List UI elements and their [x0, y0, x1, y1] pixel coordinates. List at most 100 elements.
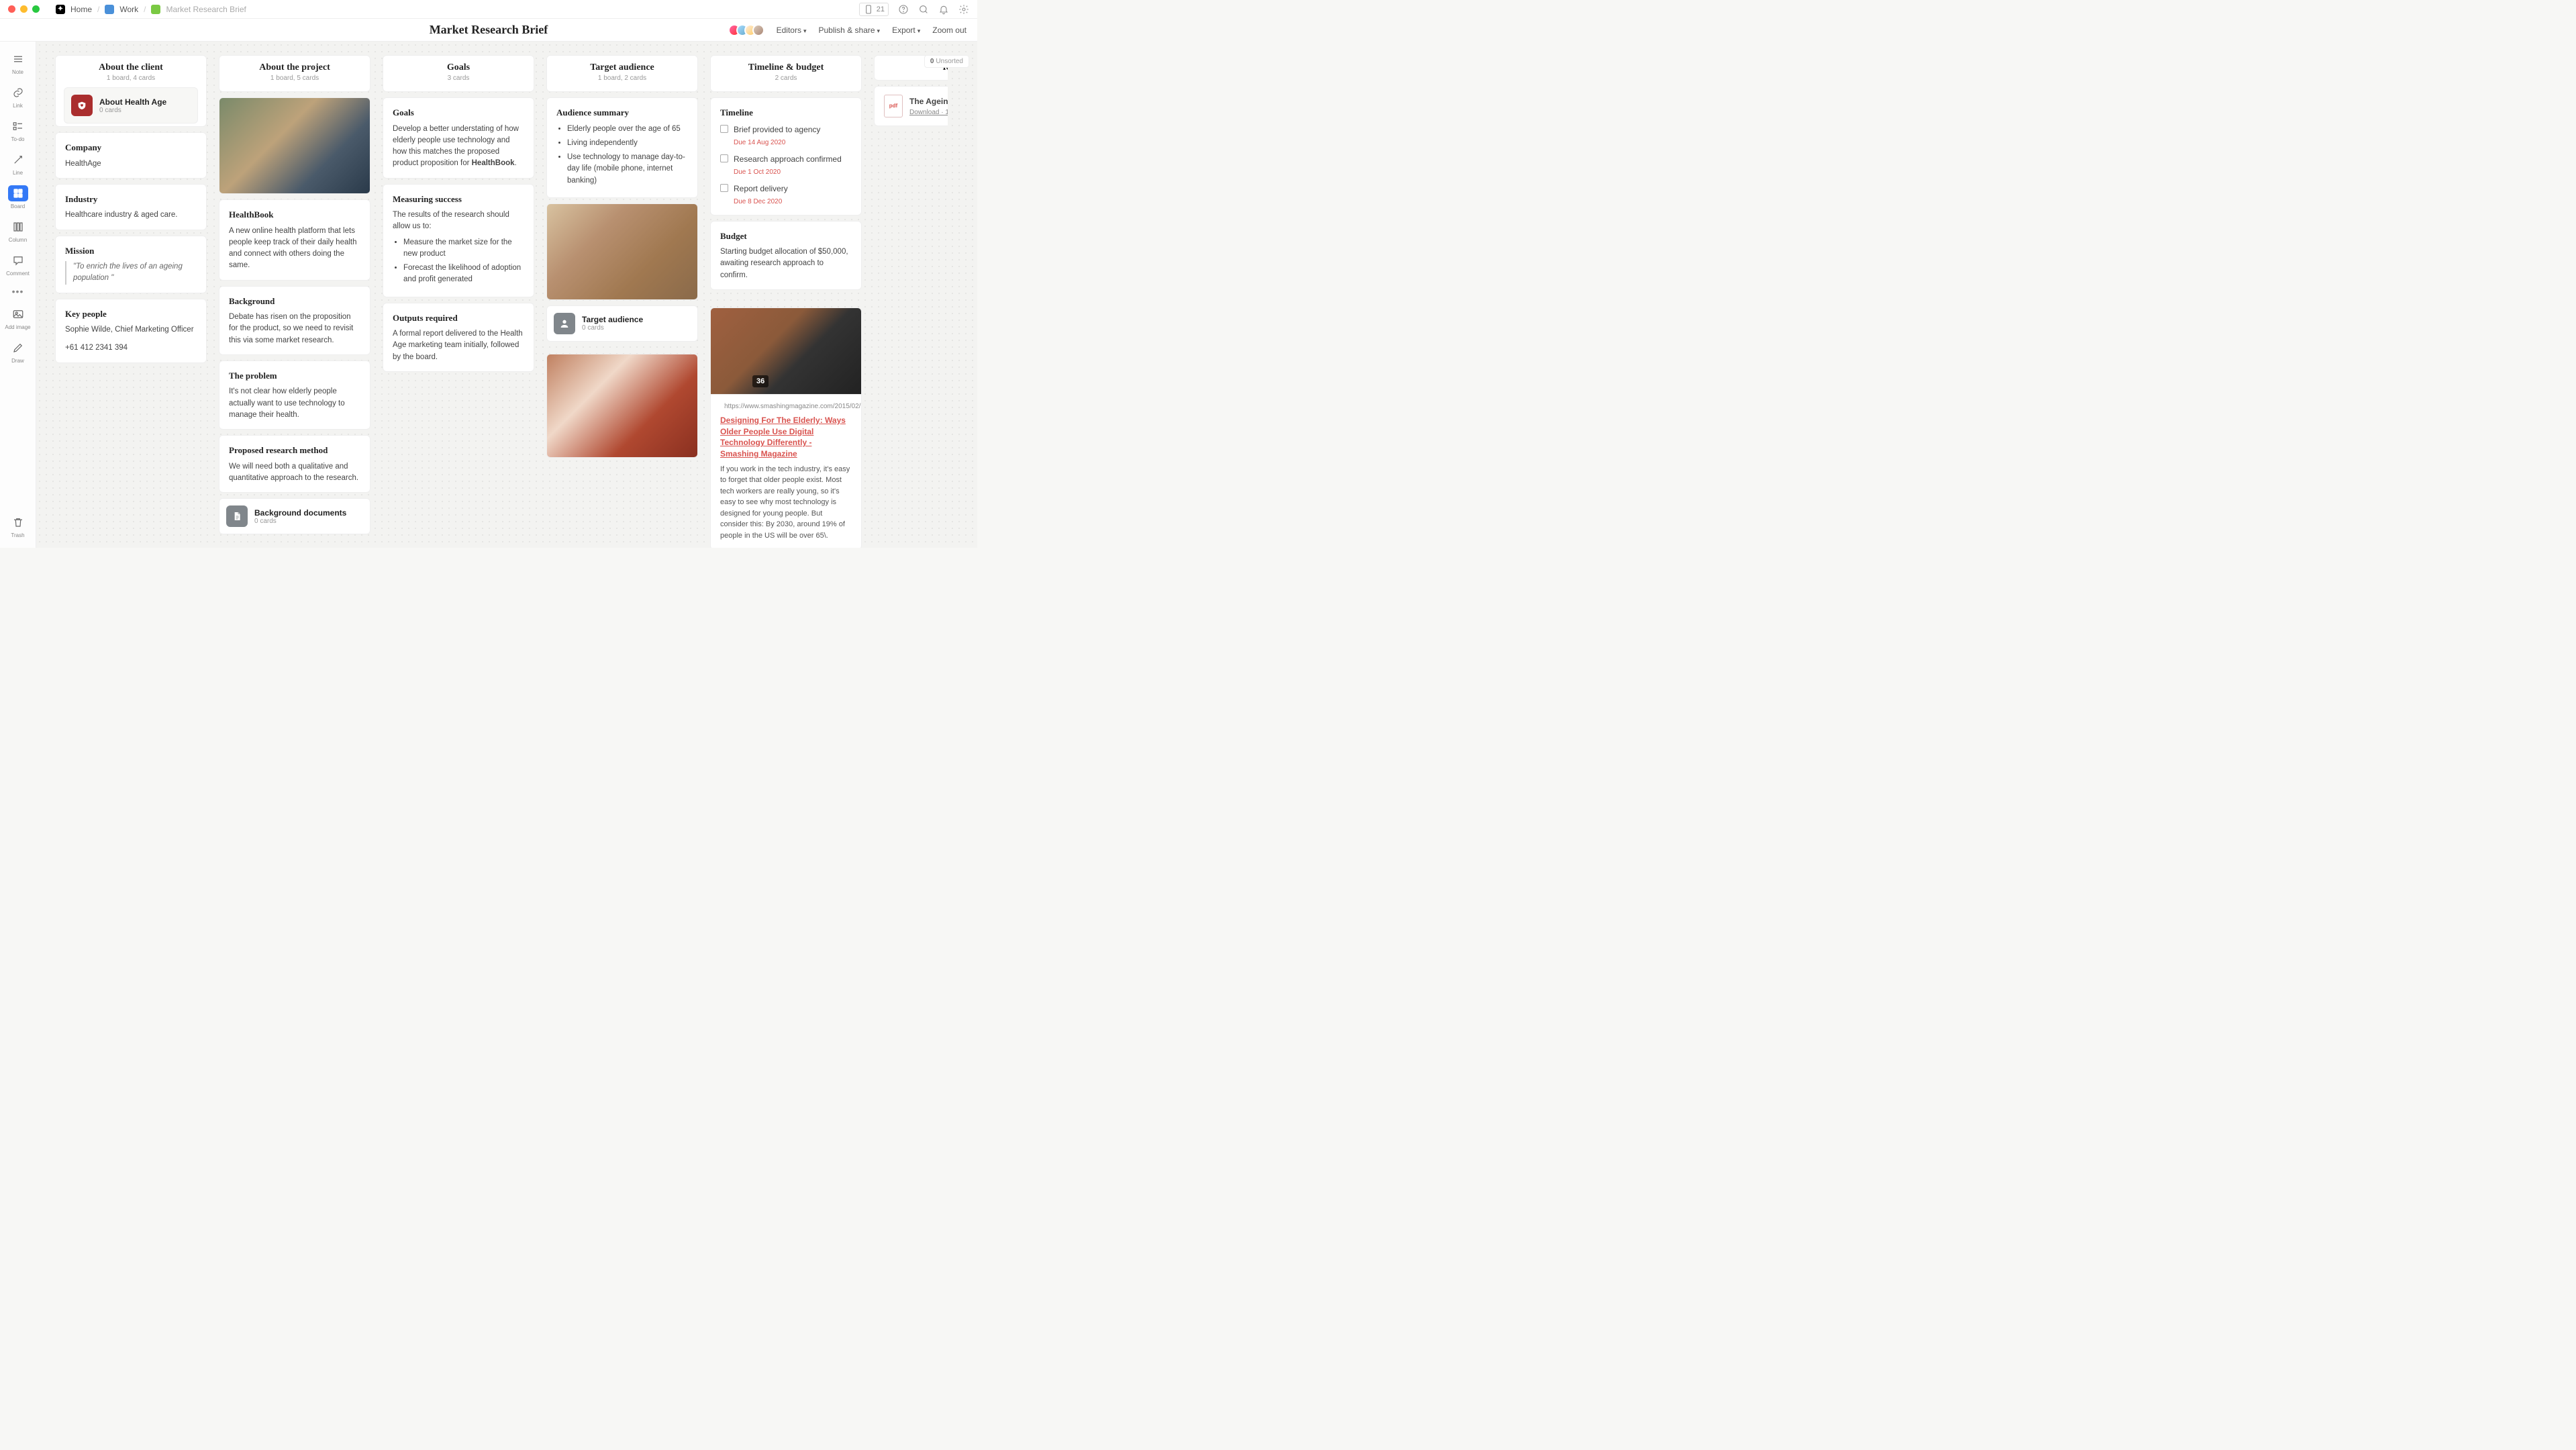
heart-shield-icon: [71, 95, 93, 116]
tool-board[interactable]: Board: [3, 183, 33, 212]
column-goals: Goals 3 cards Goals Develop a better und…: [383, 55, 534, 534]
home-icon: ✦: [56, 5, 65, 14]
card-company[interactable]: CompanyHealthAge: [55, 132, 207, 179]
checkbox-icon[interactable]: [720, 184, 728, 192]
board-card-sub: 0 cards: [99, 107, 166, 114]
tool-line[interactable]: Line: [3, 149, 33, 179]
todo-item[interactable]: Research approach confirmed: [720, 153, 852, 165]
column-target-audience: Target audience 1 board, 2 cards Audienc…: [546, 55, 698, 534]
card-measuring-success[interactable]: Measuring success The results of the res…: [383, 184, 534, 297]
column-title: Timeline & budget: [719, 62, 853, 73]
board-card-title: Background documents: [254, 508, 346, 518]
avatar: [752, 24, 764, 36]
minimize-window-icon[interactable]: [20, 5, 28, 13]
tool-todo[interactable]: To-do: [3, 115, 33, 145]
card-outputs[interactable]: Outputs requiredA formal report delivere…: [383, 303, 534, 372]
board-card-sub: 0 cards: [582, 324, 643, 332]
tool-add-image[interactable]: Add image: [3, 303, 33, 333]
document-icon: [226, 505, 248, 527]
card-method[interactable]: Proposed research methodWe will need bot…: [219, 435, 370, 493]
header-actions: Editors▾ Publish & share▾ Export▾ Zoom o…: [728, 24, 967, 36]
card-key-people[interactable]: Key peopleSophie Wilde, Chief Marketing …: [55, 299, 207, 363]
link-url: https://www.smashingmagazine.com/2015/02…: [720, 403, 852, 411]
collaborator-avatars[interactable]: [728, 24, 764, 36]
image-elderly-woman-camera[interactable]: [546, 354, 698, 458]
page-title: Market Research Brief: [430, 23, 548, 37]
titlebar-actions: 21: [859, 0, 969, 19]
tool-note[interactable]: Note: [3, 48, 33, 78]
image-elderly-woman-kitchen[interactable]: [546, 203, 698, 300]
editors-dropdown[interactable]: Editors▾: [777, 26, 807, 35]
checkbox-icon[interactable]: [720, 154, 728, 162]
download-link[interactable]: Download · 1: [909, 107, 948, 117]
link-preview-card[interactable]: https://www.smashingmagazine.com/2015/02…: [710, 307, 862, 548]
due-date: Due 1 Oct 2020: [734, 167, 852, 177]
phone-icon: [863, 4, 874, 15]
column-timeline-budget: Timeline & budget 2 cards Timeline Brief…: [710, 55, 862, 534]
card-background[interactable]: BackgroundDebate has risen on the propos…: [219, 286, 370, 355]
nested-board-card[interactable]: About Health Age0 cards: [64, 87, 198, 124]
card-industry[interactable]: IndustryHealthcare industry & aged care.: [55, 184, 207, 230]
crumb-home[interactable]: Home: [70, 5, 92, 14]
column-header[interactable]: About the project 1 board, 5 cards: [219, 55, 370, 92]
tool-draw[interactable]: Draw: [3, 337, 33, 367]
device-counter[interactable]: 21: [859, 3, 889, 16]
tool-link[interactable]: Link: [3, 82, 33, 111]
export-dropdown[interactable]: Export▾: [892, 26, 920, 35]
due-date: Due 14 Aug 2020: [734, 138, 852, 148]
column-references: Ref pdf The Ageing Download · 1: [874, 55, 948, 534]
page-header: Market Research Brief Editors▾ Publish &…: [0, 19, 977, 42]
tool-column[interactable]: Column: [3, 216, 33, 246]
tool-trash[interactable]: Trash: [3, 512, 33, 541]
maximize-window-icon[interactable]: [32, 5, 40, 13]
crumb-work[interactable]: Work: [119, 5, 138, 14]
window-controls: [8, 5, 40, 13]
pdf-file-icon: pdf: [884, 95, 903, 117]
person-icon: [554, 313, 575, 334]
todo-item[interactable]: Report delivery: [720, 183, 852, 195]
help-icon[interactable]: [898, 4, 909, 15]
link-title[interactable]: Designing For The Elderly: Ways Older Pe…: [720, 415, 852, 460]
close-window-icon[interactable]: [8, 5, 15, 13]
bell-icon[interactable]: [938, 4, 949, 15]
crumb-current: Market Research Brief: [166, 5, 246, 14]
todo-item[interactable]: Brief provided to agency: [720, 124, 852, 136]
column-header[interactable]: About the client 1 board, 4 cards About …: [55, 55, 207, 127]
card-audience-summary[interactable]: Audience summary Elderly people over the…: [546, 97, 698, 198]
board-icon: [151, 5, 160, 14]
gear-icon[interactable]: [958, 4, 969, 15]
card-budget[interactable]: BudgetStarting budget allocation of $50,…: [710, 221, 862, 290]
nested-board-audience[interactable]: Target audience0 cards: [546, 305, 698, 342]
publish-dropdown[interactable]: Publish & share▾: [819, 26, 881, 35]
column-title: About the project: [228, 62, 362, 73]
column-title: Target audience: [555, 62, 689, 73]
unsorted-badge[interactable]: 0Unsorted: [924, 55, 969, 68]
board-canvas[interactable]: 0Unsorted About the client 1 board, 4 ca…: [36, 42, 977, 548]
search-icon[interactable]: [918, 4, 929, 15]
column-header[interactable]: Goals 3 cards: [383, 55, 534, 92]
pdf-title: The Ageing: [909, 95, 948, 107]
link-description: If you work in the tech industry, it's e…: [720, 464, 852, 542]
column-subtitle: 1 board, 2 cards: [555, 75, 689, 82]
column-subtitle: 1 board, 5 cards: [228, 75, 362, 82]
board-card-sub: 0 cards: [254, 518, 346, 525]
card-problem[interactable]: The problemIt's not clear how elderly pe…: [219, 360, 370, 430]
card-pdf-attachment[interactable]: pdf The Ageing Download · 1: [874, 86, 948, 126]
folder-icon: [105, 5, 114, 14]
card-timeline[interactable]: Timeline Brief provided to agency Due 14…: [710, 97, 862, 215]
nested-board-docs[interactable]: Background documents0 cards: [219, 498, 370, 534]
column-subtitle: 1 board, 4 cards: [64, 75, 198, 82]
tool-more[interactable]: •••: [3, 283, 33, 299]
card-goals[interactable]: Goals Develop a better understating of h…: [383, 97, 534, 179]
column-header[interactable]: Target audience 1 board, 2 cards: [546, 55, 698, 92]
checkbox-icon[interactable]: [720, 125, 728, 133]
column-title: Goals: [391, 62, 526, 73]
tool-comment[interactable]: Comment: [3, 250, 33, 279]
card-mission[interactable]: Mission"To enrich the lives of an ageing…: [55, 236, 207, 293]
board-card-title: About Health Age: [99, 97, 166, 107]
zoom-out-button[interactable]: Zoom out: [932, 26, 967, 35]
image-elderly-man-phone[interactable]: [219, 97, 370, 194]
column-header[interactable]: Timeline & budget 2 cards: [710, 55, 862, 92]
card-healthbook[interactable]: HealthBookA new online health platform t…: [219, 199, 370, 281]
column-about-project: About the project 1 board, 5 cards Healt…: [219, 55, 370, 534]
